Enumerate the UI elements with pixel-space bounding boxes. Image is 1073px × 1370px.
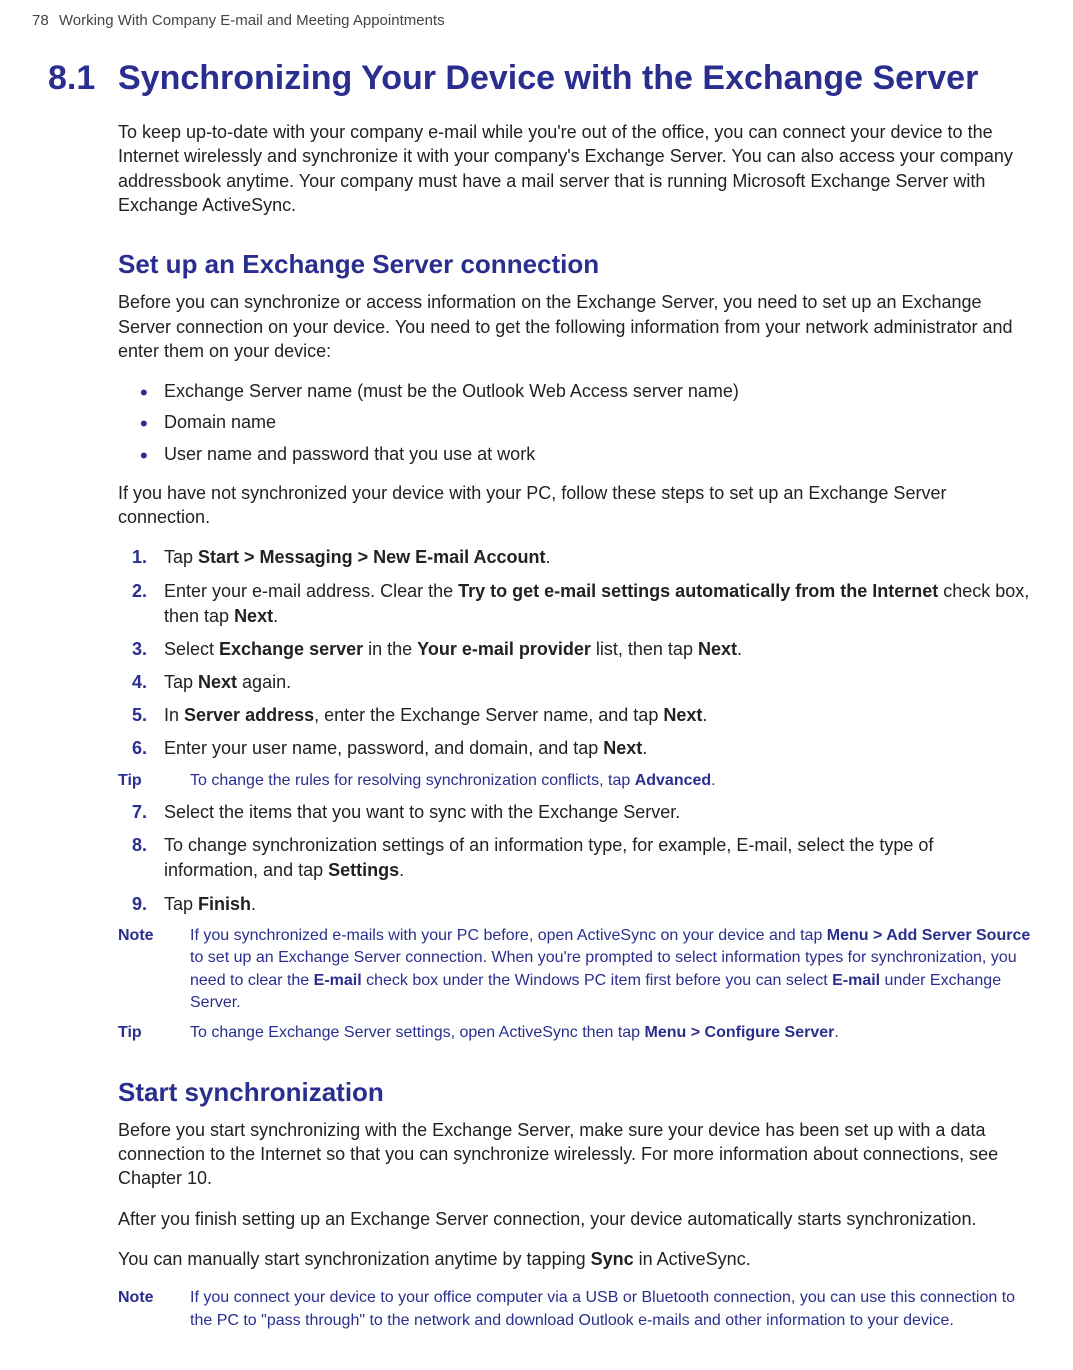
step-6: 6. Enter your user name, password, and d… <box>118 736 1031 761</box>
step-text: . <box>642 738 647 758</box>
step-bold: Next <box>663 705 702 725</box>
step-text: , enter the Exchange Server name, and ta… <box>314 705 663 725</box>
setup-paragraph-1: Before you can synchronize or access inf… <box>118 290 1031 363</box>
step-bold: Next <box>198 672 237 692</box>
step-text: . <box>737 639 742 659</box>
step-text: . <box>273 606 278 626</box>
step-number: 5. <box>132 703 147 728</box>
note-label: Note <box>118 1287 190 1332</box>
tip-1: Tip To change the rules for resolving sy… <box>118 770 1031 792</box>
running-header: 78 Working With Company E-mail and Meeti… <box>32 0 1041 49</box>
note-bold: E-mail <box>832 972 880 989</box>
step-number: 7. <box>132 800 147 825</box>
tip-bold: Advanced <box>635 772 711 789</box>
page: 78 Working With Company E-mail and Meeti… <box>0 0 1073 1370</box>
tip-label: Tip <box>118 1022 190 1044</box>
tip-2: Tip To change Exchange Server settings, … <box>118 1022 1031 1044</box>
step-text: Tap <box>164 894 198 914</box>
list-item: Exchange Server name (must be the Outloo… <box>118 379 1031 404</box>
content: To keep up-to-date with your company e-m… <box>118 120 1031 1332</box>
intro-paragraph: To keep up-to-date with your company e-m… <box>118 120 1031 217</box>
step-bold: Your e-mail provider <box>417 639 591 659</box>
step-number: 1. <box>132 545 147 570</box>
list-item: Domain name <box>118 410 1031 435</box>
step-text: . <box>399 860 404 880</box>
step-text: Enter your e-mail address. Clear the <box>164 581 458 601</box>
note-2: Note If you connect your device to your … <box>118 1287 1031 1332</box>
step-bold: Start > Messaging > New E-mail Account <box>198 547 545 567</box>
step-number: 2. <box>132 579 147 604</box>
step-number: 9. <box>132 892 147 917</box>
subheading-startsync: Start synchronization <box>118 1077 1031 1108</box>
step-text: In <box>164 705 184 725</box>
note-bold: Menu > Add Server Source <box>827 927 1030 944</box>
step-number: 4. <box>132 670 147 695</box>
tip-text-part: . <box>711 772 715 789</box>
step-text: Enter your user name, password, and doma… <box>164 738 603 758</box>
list-item: User name and password that you use at w… <box>118 442 1031 467</box>
step-bold: Exchange server <box>219 639 363 659</box>
info-list: Exchange Server name (must be the Outloo… <box>118 379 1031 467</box>
step-number: 3. <box>132 637 147 662</box>
step-text: To change synchronization settings of an… <box>164 835 933 880</box>
step-bold: Try to get e-mail settings automatically… <box>458 581 938 601</box>
step-bold: Server address <box>184 705 314 725</box>
tip-label: Tip <box>118 770 190 792</box>
running-title: Working With Company E-mail and Meeting … <box>59 12 445 29</box>
note-bold: E-mail <box>314 972 362 989</box>
startsync-p1: Before you start synchronizing with the … <box>118 1118 1031 1191</box>
step-text: Select <box>164 639 219 659</box>
step-number: 8. <box>132 833 147 858</box>
section-heading: 8.1 Synchronizing Your Device with the E… <box>32 59 1041 98</box>
step-text: . <box>702 705 707 725</box>
step-text: again. <box>237 672 291 692</box>
steps-list-b: 7. Select the items that you want to syn… <box>118 800 1031 917</box>
steps-list-a: 1. Tap Start > Messaging > New E-mail Ac… <box>118 545 1031 761</box>
step-4: 4. Tap Next again. <box>118 670 1031 695</box>
page-number: 78 <box>32 12 49 29</box>
step-bold: Finish <box>198 894 251 914</box>
tip-text-part: To change the rules for resolving synchr… <box>190 772 635 789</box>
section-title: Synchronizing Your Device with the Excha… <box>118 59 978 98</box>
step-bold: Next <box>234 606 273 626</box>
step-bold: Next <box>698 639 737 659</box>
note-text-part: If you synchronized e-mails with your PC… <box>190 927 827 944</box>
section-number: 8.1 <box>48 59 118 98</box>
step-text: in the <box>363 639 417 659</box>
tip-text: To change Exchange Server settings, open… <box>190 1022 839 1044</box>
step-text: Tap <box>164 547 198 567</box>
step-7: 7. Select the items that you want to syn… <box>118 800 1031 825</box>
step-number: 6. <box>132 736 147 761</box>
p3-part: in ActiveSync. <box>634 1249 751 1269</box>
step-text: Select the items that you want to sync w… <box>164 802 680 822</box>
step-2: 2. Enter your e-mail address. Clear the … <box>118 579 1031 629</box>
step-bold: Settings <box>328 860 399 880</box>
step-bold: Next <box>603 738 642 758</box>
note-label: Note <box>118 925 190 1015</box>
startsync-p2: After you finish setting up an Exchange … <box>118 1207 1031 1231</box>
tip-text-part: . <box>834 1024 838 1041</box>
step-text: Tap <box>164 672 198 692</box>
step-9: 9. Tap Finish. <box>118 892 1031 917</box>
setup-paragraph-2: If you have not synchronized your device… <box>118 481 1031 530</box>
step-1: 1. Tap Start > Messaging > New E-mail Ac… <box>118 545 1031 570</box>
step-text: . <box>545 547 550 567</box>
tip-text: To change the rules for resolving synchr… <box>190 770 716 792</box>
note-text-part: check box under the Windows PC item firs… <box>362 972 832 989</box>
step-text: list, then tap <box>591 639 698 659</box>
note-text: If you synchronized e-mails with your PC… <box>190 925 1031 1015</box>
step-text: . <box>251 894 256 914</box>
startsync-p3: You can manually start synchronization a… <box>118 1247 1031 1271</box>
note-1: Note If you synchronized e-mails with yo… <box>118 925 1031 1015</box>
note-text: If you connect your device to your offic… <box>190 1287 1031 1332</box>
tip-text-part: To change Exchange Server settings, open… <box>190 1024 645 1041</box>
step-5: 5. In Server address, enter the Exchange… <box>118 703 1031 728</box>
p3-bold: Sync <box>591 1249 634 1269</box>
step-8: 8. To change synchronization settings of… <box>118 833 1031 883</box>
p3-part: You can manually start synchronization a… <box>118 1249 591 1269</box>
step-3: 3. Select Exchange server in the Your e-… <box>118 637 1031 662</box>
tip-bold: Menu > Configure Server <box>645 1024 835 1041</box>
subheading-setup: Set up an Exchange Server connection <box>118 249 1031 280</box>
